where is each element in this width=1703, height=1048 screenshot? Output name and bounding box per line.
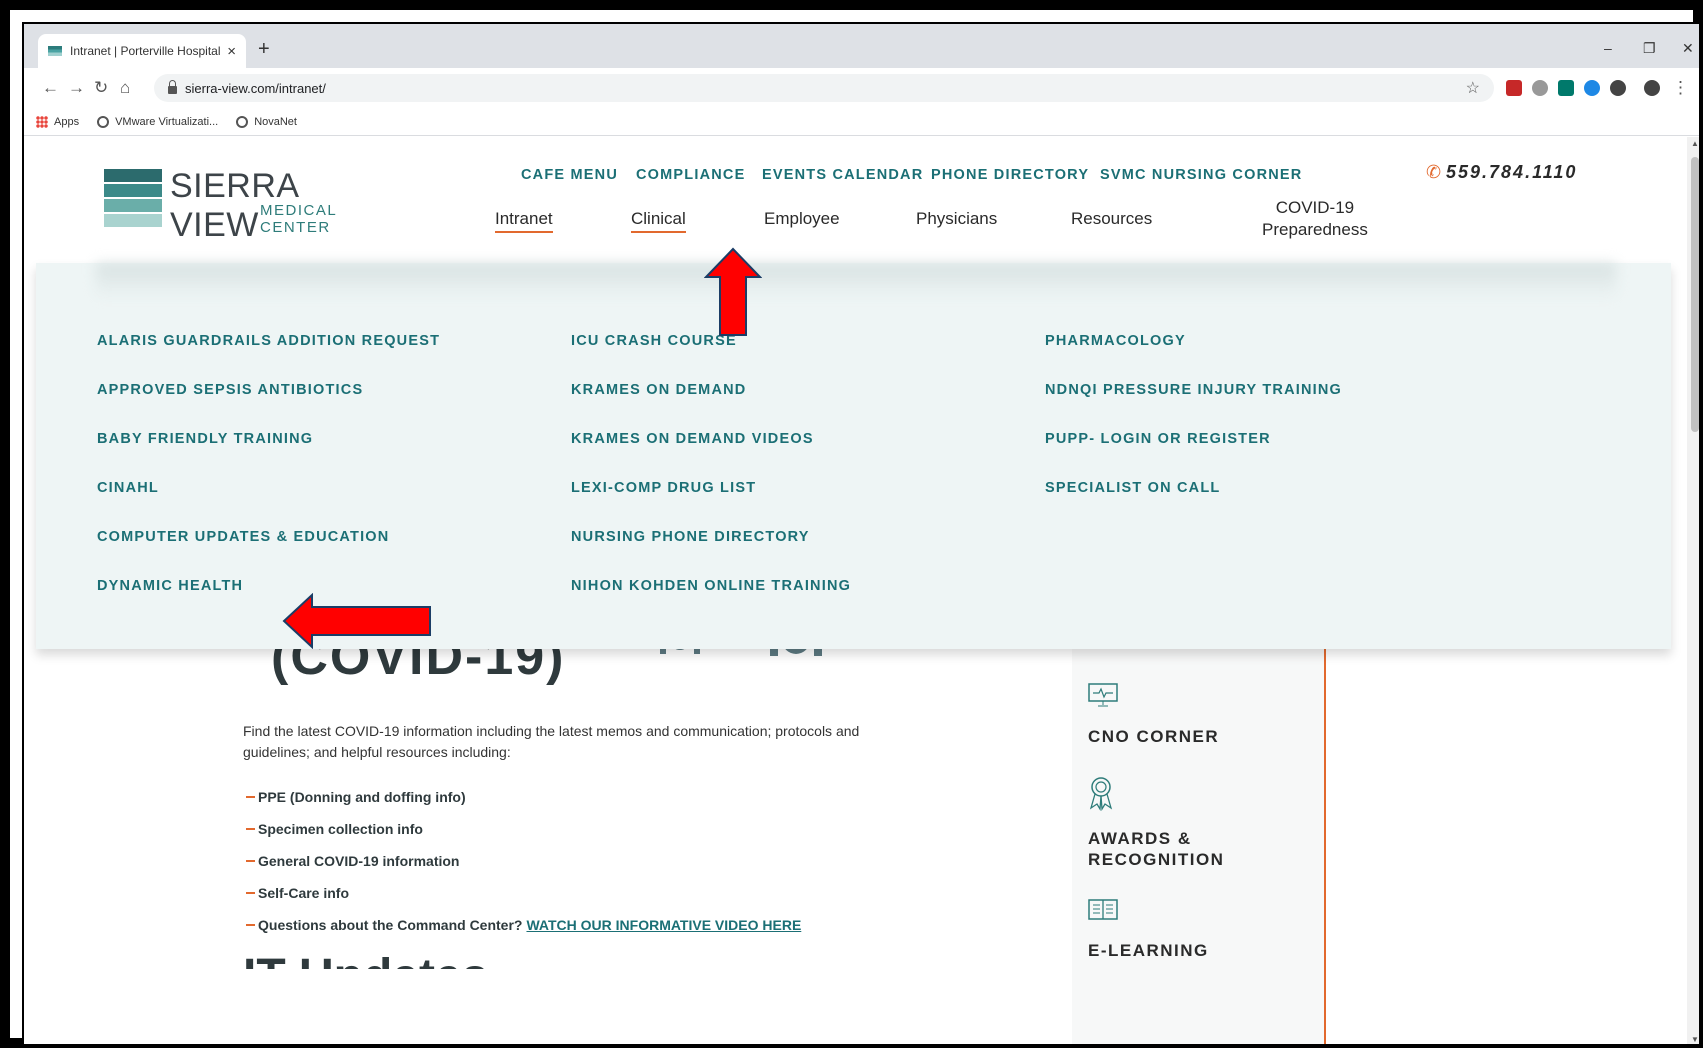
menu-item[interactable]: SPECIALIST ON CALL bbox=[1045, 480, 1342, 497]
menu-column-1: ALARIS GUARDRAILS ADDITION REQUEST APPRO… bbox=[97, 333, 440, 627]
bookmarks-bar: Apps VMware Virtualizati... NovaNet bbox=[24, 108, 1699, 136]
scroll-up-icon[interactable]: ▲ bbox=[1691, 139, 1699, 148]
apps-grid-icon bbox=[36, 115, 48, 128]
menu-column-2: ICU CRASH COURSE KRAMES ON DEMAND KRAMES… bbox=[571, 333, 851, 627]
bookmark-novanet[interactable]: NovaNet bbox=[236, 115, 297, 128]
nav-nursing-corner[interactable]: SVMC NURSING CORNER bbox=[1100, 167, 1302, 183]
list-item: General COVID-19 information bbox=[246, 845, 801, 877]
scroll-down-icon[interactable]: ▼ bbox=[1691, 1035, 1699, 1044]
back-icon[interactable]: ← bbox=[42, 78, 59, 98]
bookmark-star-icon[interactable]: ☆ bbox=[1466, 78, 1480, 98]
extension-icon[interactable] bbox=[1558, 80, 1574, 96]
extension-icon[interactable] bbox=[1584, 80, 1600, 96]
menu-item[interactable]: APPROVED SEPSIS ANTIBIOTICS bbox=[97, 382, 440, 399]
tab-covid-preparedness[interactable]: COVID-19 Preparedness bbox=[1262, 197, 1368, 241]
sidebar-label: AWARDS & RECOGNITION bbox=[1088, 829, 1225, 869]
bookmark-vmware[interactable]: VMware Virtualizati... bbox=[97, 115, 219, 128]
new-tab-button[interactable]: + bbox=[258, 38, 270, 61]
phone-number[interactable]: 559.784.1110 bbox=[1446, 162, 1577, 183]
covid-intro-text: Find the latest COVID-19 information inc… bbox=[243, 723, 860, 760]
tab-clinical[interactable]: Clinical bbox=[631, 209, 686, 233]
page-scrollbar[interactable]: ▲ ▼ bbox=[1687, 137, 1699, 1044]
menu-item[interactable]: CINAHL bbox=[97, 480, 440, 497]
quick-links-sidebar: CNO CORNER AWARDS & RECOGNITION E-LEARNI… bbox=[1072, 649, 1326, 1044]
covid-resource-list: PPE (Donning and doffing info) Specimen … bbox=[246, 781, 801, 941]
nav-cafe-menu[interactable]: CAFE MENU bbox=[521, 167, 618, 183]
logo-subtitle: MEDICAL CENTER bbox=[260, 202, 337, 236]
menu-item[interactable]: KRAMES ON DEMAND VIDEOS bbox=[571, 431, 851, 448]
site-header: SIERRA VIEW MEDICAL CENTER CAFE MENU COM… bbox=[24, 137, 1687, 263]
extension-icon[interactable] bbox=[1506, 80, 1522, 96]
menu-item[interactable]: NIHON KOHDEN ONLINE TRAINING bbox=[571, 578, 851, 595]
it-updates-heading: IT Updates bbox=[243, 949, 488, 969]
browser-tab[interactable]: Intranet | Porterville Hospital × bbox=[38, 34, 246, 68]
bookmark-apps[interactable]: Apps bbox=[36, 115, 80, 128]
close-window-button[interactable]: ✕ bbox=[1682, 40, 1694, 57]
sidebar-item-cno-corner[interactable]: CNO CORNER bbox=[1088, 683, 1219, 747]
nav-events-calendar[interactable]: EVENTS CALENDAR bbox=[762, 167, 923, 183]
menu-kebab-icon[interactable]: ⋮ bbox=[1672, 78, 1689, 98]
menu-item[interactable]: LEXI-COMP DRUG LIST bbox=[571, 480, 851, 497]
sierra-view-logo[interactable]: SIERRA VIEW MEDICAL CENTER bbox=[104, 167, 374, 244]
profile-icon[interactable] bbox=[1644, 80, 1660, 96]
browser-toolbar: ← → ↻ ⌂ sierra-view.com/intranet/ ☆ ⋮ bbox=[24, 68, 1699, 108]
menu-item[interactable]: NDNQI PRESSURE INJURY TRAINING bbox=[1045, 382, 1342, 399]
forward-icon[interactable]: → bbox=[68, 78, 85, 98]
bookmark-label: NovaNet bbox=[254, 115, 297, 128]
tab-physicians[interactable]: Physicians bbox=[916, 209, 997, 229]
lock-icon bbox=[168, 80, 177, 94]
menu-shadow bbox=[96, 263, 1616, 299]
menu-item[interactable]: BABY FRIENDLY TRAINING bbox=[97, 431, 440, 448]
address-bar[interactable]: sierra-view.com/intranet/ ☆ bbox=[154, 74, 1494, 102]
favicon-icon bbox=[48, 46, 62, 56]
list-item: Questions about the Command Center? WATCH… bbox=[246, 909, 801, 941]
reload-icon[interactable]: ↻ bbox=[94, 78, 108, 98]
home-icon[interactable]: ⌂ bbox=[120, 78, 130, 98]
phone-icon: ✆ bbox=[1426, 162, 1442, 182]
tab-title: Intranet | Porterville Hospital bbox=[70, 44, 221, 58]
tab-close-icon[interactable]: × bbox=[227, 43, 236, 60]
browser-window: Intranet | Porterville Hospital × + – ❐ … bbox=[22, 22, 1701, 1046]
web-page: (COVID-19) Find the latest COVID-19 info… bbox=[24, 137, 1687, 1044]
open-book-icon bbox=[1088, 899, 1118, 920]
menu-item[interactable]: ALARIS GUARDRAILS ADDITION REQUEST bbox=[97, 333, 440, 350]
tab-resources[interactable]: Resources bbox=[1071, 209, 1152, 229]
bookmark-label: VMware Virtualizati... bbox=[115, 115, 219, 128]
sidebar-item-awards[interactable]: AWARDS & RECOGNITION bbox=[1088, 777, 1224, 870]
clinical-mega-menu: ALARIS GUARDRAILS ADDITION REQUEST APPRO… bbox=[36, 263, 1671, 649]
restore-button[interactable]: ❐ bbox=[1643, 40, 1656, 57]
menu-item[interactable]: NURSING PHONE DIRECTORY bbox=[571, 529, 851, 546]
nav-compliance[interactable]: COMPLIANCE bbox=[636, 167, 745, 183]
minimize-button[interactable]: – bbox=[1604, 40, 1612, 56]
award-ribbon-icon bbox=[1089, 777, 1113, 812]
url-text: sierra-view.com/intranet/ bbox=[185, 80, 326, 96]
sidebar-label: CNO CORNER bbox=[1088, 727, 1220, 746]
sidebar-label: E-LEARNING bbox=[1088, 941, 1209, 960]
nav-phone-directory[interactable]: PHONE DIRECTORY bbox=[931, 167, 1089, 183]
tab-employee[interactable]: Employee bbox=[764, 209, 840, 229]
menu-item[interactable]: PHARMACOLOGY bbox=[1045, 333, 1342, 350]
menu-item[interactable]: PUPP- LOGIN OR REGISTER bbox=[1045, 431, 1342, 448]
globe-icon bbox=[236, 115, 249, 128]
tab-strip: Intranet | Porterville Hospital × + – ❐ … bbox=[24, 24, 1699, 68]
list-item: Specimen collection info bbox=[246, 813, 801, 845]
extension-icon[interactable] bbox=[1532, 80, 1548, 96]
annotation-arrow-left-icon bbox=[282, 593, 431, 649]
menu-column-3: PHARMACOLOGY NDNQI PRESSURE INJURY TRAIN… bbox=[1045, 333, 1342, 529]
menu-item[interactable]: KRAMES ON DEMAND bbox=[571, 382, 851, 399]
menu-item[interactable]: COMPUTER UPDATES & EDUCATION bbox=[97, 529, 440, 546]
bookmark-label: Apps bbox=[54, 115, 80, 128]
list-item: PPE (Donning and doffing info) bbox=[246, 781, 801, 813]
sidebar-item-e-learning[interactable]: E-LEARNING bbox=[1088, 897, 1209, 961]
monitor-heartbeat-icon bbox=[1088, 683, 1118, 707]
extension-icon[interactable] bbox=[1610, 80, 1626, 96]
list-item: Self-Care info bbox=[246, 877, 801, 909]
tab-intranet[interactable]: Intranet bbox=[495, 209, 553, 233]
scrollbar-thumb[interactable] bbox=[1691, 157, 1699, 432]
annotation-arrow-up-icon bbox=[704, 247, 762, 336]
logo-mark-icon bbox=[104, 169, 162, 227]
watch-video-link[interactable]: WATCH OUR INFORMATIVE VIDEO HERE bbox=[526, 917, 801, 933]
screenshot-frame: Intranet | Porterville Hospital × + – ❐ … bbox=[0, 0, 1703, 1048]
globe-icon bbox=[97, 115, 110, 128]
